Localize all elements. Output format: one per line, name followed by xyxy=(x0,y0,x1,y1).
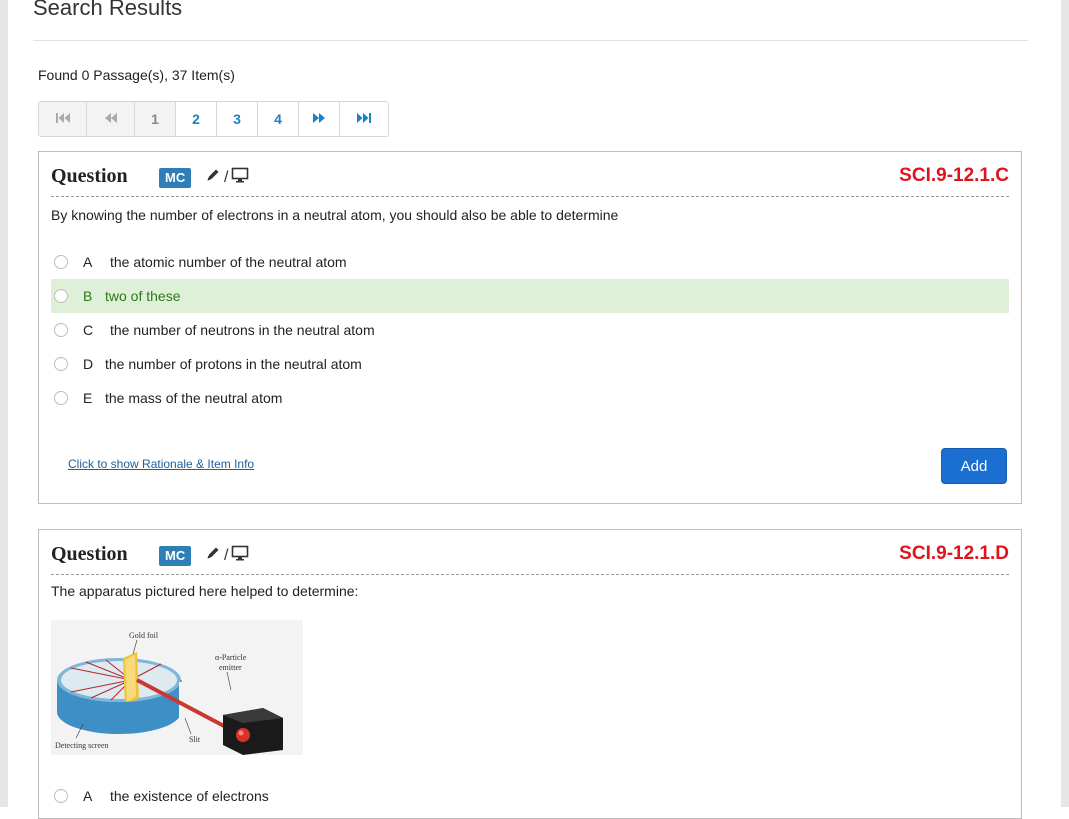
question-title: Question xyxy=(51,543,128,565)
question-header: Question MC / SCI.9-12.1.C xyxy=(51,152,1009,197)
question-title: Question xyxy=(51,165,128,187)
monitor-icon xyxy=(231,167,249,188)
page-2-button[interactable]: 2 xyxy=(176,102,217,136)
option-c[interactable]: C the number of neutrons in the neutral … xyxy=(51,313,1009,347)
question-header: Question MC / SCI.9-12.1.D xyxy=(51,530,1009,575)
screen-label: Detecting screen xyxy=(55,741,109,750)
pagination: 1 2 3 4 xyxy=(38,101,389,137)
page-3-button[interactable]: 3 xyxy=(217,102,258,136)
next-page-icon xyxy=(312,111,326,127)
prev-page-button[interactable] xyxy=(87,102,135,136)
radio-b[interactable] xyxy=(54,289,68,303)
radio-d[interactable] xyxy=(54,357,68,371)
title-divider xyxy=(33,40,1028,41)
option-e[interactable]: E the mass of the neutral atom xyxy=(51,381,1009,415)
option-letter: E xyxy=(83,390,93,406)
option-letter: C xyxy=(83,322,94,338)
option-text: two of these xyxy=(105,288,181,304)
mode-separator: / xyxy=(224,168,229,186)
next-page-button[interactable] xyxy=(299,102,340,136)
question-card: Question MC / SCI.9-12.1.D The apparatus… xyxy=(38,529,1022,819)
option-a[interactable]: A the atomic number of the neutral atom xyxy=(51,245,1009,279)
option-a[interactable]: A the existence of electrons xyxy=(51,779,1009,813)
monitor-icon xyxy=(231,545,249,566)
option-text: the existence of electrons xyxy=(110,788,269,804)
last-page-icon xyxy=(357,111,371,127)
radio-a[interactable] xyxy=(54,255,68,269)
radio-a[interactable] xyxy=(54,789,68,803)
pencil-icon xyxy=(205,167,221,188)
right-gutter xyxy=(1061,0,1069,807)
delivery-mode: / xyxy=(205,167,249,188)
page-1-button[interactable]: 1 xyxy=(135,102,176,136)
page-4-button[interactable]: 4 xyxy=(258,102,299,136)
results-count: Found 0 Passage(s), 37 Item(s) xyxy=(38,67,235,83)
option-d[interactable]: D the number of protons in the neutral a… xyxy=(51,347,1009,381)
particle-label: α-Particle xyxy=(215,653,247,662)
rutherford-apparatus-image: Gold foil α-Particle emitter Detecting s… xyxy=(51,620,303,755)
option-letter: D xyxy=(83,356,94,372)
first-page-button[interactable] xyxy=(39,102,87,136)
question-stem: By knowing the number of electrons in a … xyxy=(51,207,619,223)
option-letter: B xyxy=(83,288,93,304)
slit-label: Slit xyxy=(189,735,201,744)
show-rationale-link[interactable]: Click to show Rationale & Item Info xyxy=(68,457,254,471)
option-text: the mass of the neutral atom xyxy=(105,390,283,406)
first-page-icon xyxy=(55,111,70,127)
radio-e[interactable] xyxy=(54,391,68,405)
gold-foil-label: Gold foil xyxy=(129,631,159,640)
question-stem: The apparatus pictured here helped to de… xyxy=(51,583,359,599)
add-button[interactable]: Add xyxy=(941,448,1007,484)
option-text: the number of protons in the neutral ato… xyxy=(105,356,362,372)
option-letter: A xyxy=(83,788,93,804)
mode-separator: / xyxy=(224,546,229,564)
delivery-mode: / xyxy=(205,545,249,566)
last-page-button[interactable] xyxy=(340,102,388,136)
prev-page-icon xyxy=(104,111,118,127)
mc-badge: MC xyxy=(159,546,192,566)
radio-c[interactable] xyxy=(54,323,68,337)
standard-code: SCI.9-12.1.C xyxy=(899,165,1009,186)
emitter-label: emitter xyxy=(219,663,242,672)
option-text: the atomic number of the neutral atom xyxy=(110,254,347,270)
option-letter: A xyxy=(83,254,93,270)
page-title: Search Results xyxy=(33,0,183,20)
pencil-icon xyxy=(205,545,221,566)
mc-badge: MC xyxy=(159,168,192,188)
standard-code: SCI.9-12.1.D xyxy=(899,543,1009,564)
question-card: Question MC / SCI.9-12.1.C By knowing th… xyxy=(38,151,1022,504)
option-text: the number of neutrons in the neutral at… xyxy=(110,322,375,338)
left-gutter xyxy=(0,0,8,807)
option-b-correct[interactable]: B two of these xyxy=(51,279,1009,313)
